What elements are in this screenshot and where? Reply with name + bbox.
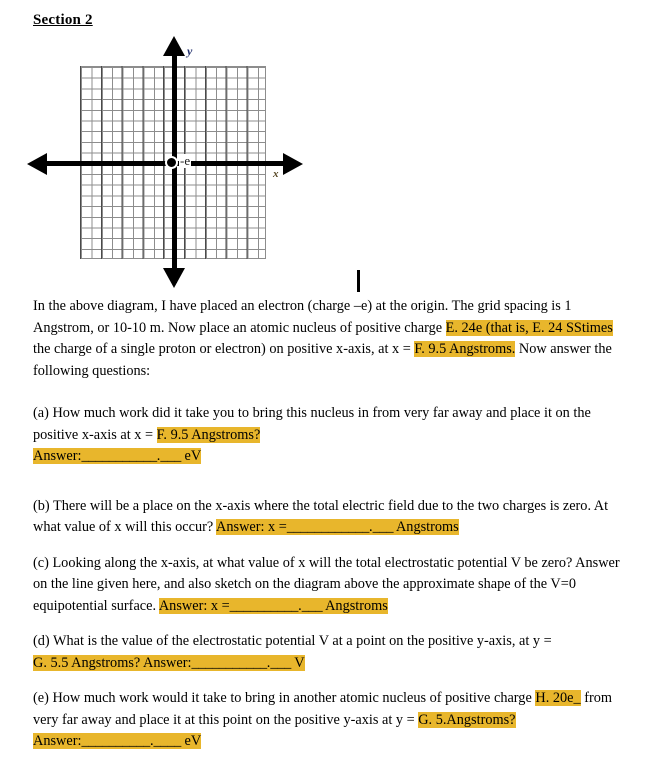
question-c-answer-label: Answer: x = xyxy=(158,597,230,614)
x-axis-label: x xyxy=(273,168,279,180)
x-axis-left-arrow-icon xyxy=(27,153,47,175)
electron-point-marker xyxy=(167,158,176,167)
question-e-answer-label: Answer: xyxy=(33,733,82,749)
question-e-blank-integer[interactable]: __________ xyxy=(81,733,150,749)
question-e-unit: eV xyxy=(184,733,202,749)
question-a-answer-line[interactable]: Answer:___________.___ eV xyxy=(33,448,202,464)
intro-line-2-mid: the charge of a single proton or electro… xyxy=(33,341,415,357)
text-cursor-caret xyxy=(357,270,360,292)
nucleus-position-highlight: F. 9.5 Angstroms. xyxy=(414,341,516,357)
document-body: In the above diagram, I have placed an e… xyxy=(33,296,623,753)
question-a-blank-decimal[interactable]: ___ xyxy=(160,448,181,464)
question-e: (e) How much work would it take to bring… xyxy=(33,688,623,753)
question-c: (c) Looking along the x-axis, at what va… xyxy=(33,553,623,618)
question-b-answer-label: Answer: x = xyxy=(216,519,287,535)
intro-paragraph: In the above diagram, I have placed an e… xyxy=(33,296,623,382)
question-d-blank-integer[interactable]: ___________ xyxy=(191,655,267,671)
y-axis-up-arrow-icon xyxy=(163,36,185,56)
question-b-blank-decimal[interactable]: ___ xyxy=(373,519,394,535)
question-d: (d) What is the value of the electrostat… xyxy=(33,631,623,674)
question-c-blank-decimal[interactable]: ___ xyxy=(302,598,323,614)
x-axis-right-arrow-icon xyxy=(283,153,303,175)
intro-line-2-pre: Angstrom, or 10-10 m. Now place an atomi… xyxy=(33,319,446,336)
question-a-text: (a) How much work did it take you to bri… xyxy=(33,405,591,443)
question-d-answer-line[interactable]: G. 5.5 Angstroms? Answer:___________.___… xyxy=(33,654,305,671)
question-d-position-label: G. 5.5 Angstroms? Answer: xyxy=(33,654,192,671)
question-b-blank-integer[interactable]: ____________ xyxy=(287,519,369,535)
question-d-text: (d) What is the value of the electrostat… xyxy=(33,633,552,649)
question-c-blank-integer[interactable]: __________ xyxy=(230,598,299,614)
question-b-answer-line[interactable]: Answer: x =____________.___ Angstroms xyxy=(216,519,459,535)
question-a: (a) How much work did it take you to bri… xyxy=(33,403,623,468)
coordinate-grid-diagram: y x -e xyxy=(27,36,315,288)
y-axis-down-arrow-icon xyxy=(163,268,185,288)
question-e-blank-decimal[interactable]: ____ xyxy=(154,733,182,749)
intro-line-1: In the above diagram, I have placed an e… xyxy=(33,298,572,314)
question-a-position-highlight: F. 9.5 Angstroms? xyxy=(156,426,261,443)
page-title: Section 2 xyxy=(33,12,93,28)
question-e-answer-line[interactable]: Answer:__________.____ eV xyxy=(33,733,202,749)
nucleus-charge-highlight: E. 24e (that is, E. 24 SStimes xyxy=(445,319,613,336)
question-e-charge-highlight: H. 20e_ xyxy=(535,690,581,706)
question-d-unit: V xyxy=(294,654,305,671)
question-b: (b) There will be a place on the x-axis … xyxy=(33,496,623,539)
y-axis-label: y xyxy=(187,44,193,58)
question-d-blank-decimal[interactable]: ___ xyxy=(270,655,291,671)
question-e-position-highlight: G. 5.Angstroms? xyxy=(418,711,516,728)
question-c-answer-line[interactable]: Answer: x =__________.___ Angstroms xyxy=(158,597,388,614)
electron-charge-label: -e xyxy=(179,153,192,168)
question-e-text-pre: (e) How much work would it take to bring… xyxy=(33,690,536,706)
question-a-answer-label: Answer: xyxy=(33,448,82,464)
question-b-unit: Angstroms xyxy=(395,519,459,535)
document-page: Section 2 y x -e In the above diagram, I… xyxy=(0,0,648,781)
question-a-blank-integer[interactable]: ___________ xyxy=(81,448,157,464)
question-a-unit: eV xyxy=(184,448,202,464)
question-c-unit: Angstroms xyxy=(325,597,388,614)
